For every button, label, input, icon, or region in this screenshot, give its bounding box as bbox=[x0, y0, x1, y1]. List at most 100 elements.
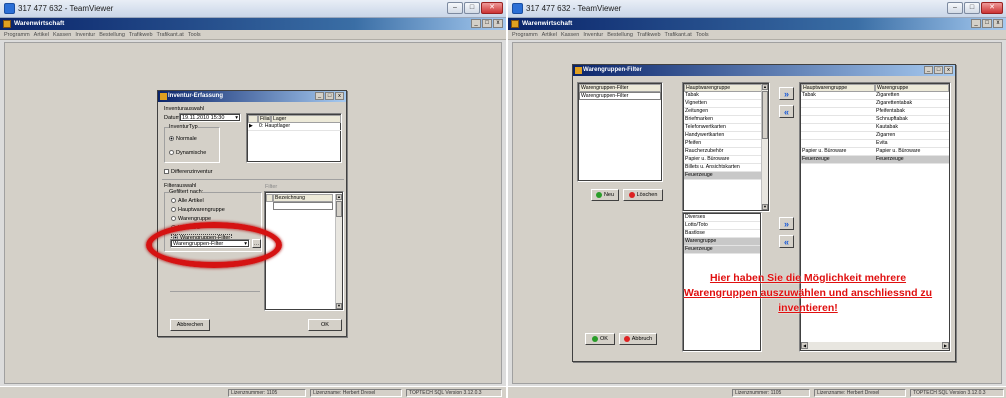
selected-warengruppe-cell[interactable]: Feuerzeuge bbox=[875, 156, 949, 164]
hauptwarengruppe-item[interactable]: Telefonwertkarten bbox=[684, 124, 762, 132]
menu-bestellung[interactable]: Bestellung bbox=[607, 30, 633, 40]
selected-hauptwarengruppe-cell[interactable] bbox=[801, 116, 875, 124]
menu-artikel[interactable]: Artikel bbox=[34, 30, 49, 40]
app-close-button[interactable]: x bbox=[493, 19, 503, 28]
abbrechen-button[interactable]: Abbrechen bbox=[170, 319, 210, 331]
radio-dynamische[interactable]: Dynamische bbox=[169, 150, 206, 156]
neu-button[interactable]: Neu bbox=[591, 189, 619, 201]
selected-warengruppe-cell[interactable]: Schnupftabak bbox=[875, 116, 949, 124]
dialog-close-button[interactable]: x bbox=[944, 66, 953, 74]
filter-list-row[interactable] bbox=[273, 202, 333, 210]
scroll-up-icon[interactable]: ▲ bbox=[336, 194, 342, 200]
maximize-button[interactable]: □ bbox=[964, 2, 980, 14]
hauptwarengruppe-item[interactable]: Billets u. Ansichtskarten bbox=[684, 164, 762, 172]
dialog-minimize-button[interactable]: _ bbox=[924, 66, 933, 74]
dialog-minimize-button[interactable]: _ bbox=[315, 92, 324, 100]
selected-hauptwarengruppe-cell[interactable] bbox=[801, 100, 875, 108]
menu-inventur[interactable]: Inventur bbox=[583, 30, 603, 40]
close-button[interactable]: ✕ bbox=[481, 2, 503, 14]
scroll-down-icon[interactable]: ▼ bbox=[762, 204, 768, 210]
app-restore-button[interactable]: □ bbox=[482, 19, 492, 28]
warengruppe-item[interactable]: Bastlose bbox=[684, 230, 760, 238]
lager-table[interactable]: Filiale Lager ▶ 0: Hauptlager bbox=[246, 113, 342, 163]
warengruppe-item[interactable]: Lotto/Toto bbox=[684, 222, 760, 230]
radio-alle-artikel[interactable]: Alle Artikel bbox=[171, 198, 204, 204]
menu-trafikweb[interactable]: Trafikweb bbox=[637, 30, 661, 40]
filter-list[interactable]: Warengruppen-Filter Warengruppen-Filter bbox=[577, 82, 663, 182]
menu-tools[interactable]: Tools bbox=[188, 30, 201, 40]
selected-grid-hscrollbar[interactable]: ◀ ▶ bbox=[801, 342, 949, 350]
scroll-thumb[interactable] bbox=[762, 91, 768, 139]
lager-row[interactable]: 0: Hauptlager bbox=[258, 123, 341, 131]
hauptwarengruppe-item[interactable]: Feuerzeuge bbox=[684, 172, 762, 180]
menu-trafikant[interactable]: Trafikant.at bbox=[665, 30, 692, 40]
selected-warengruppe-cell[interactable]: Zigarettentabak bbox=[875, 100, 949, 108]
menu-inventur[interactable]: Inventur bbox=[75, 30, 95, 40]
menu-kassen[interactable]: Kassen bbox=[561, 30, 579, 40]
minimize-button[interactable]: – bbox=[447, 2, 463, 14]
app-close-button[interactable]: x bbox=[993, 19, 1003, 28]
radio-warengruppe[interactable]: Warengruppe bbox=[171, 216, 211, 222]
menu-trafikweb[interactable]: Trafikweb bbox=[129, 30, 153, 40]
hauptwarengruppe-item[interactable]: Papier u. Büroware bbox=[684, 156, 762, 164]
scroll-right-icon[interactable]: ▶ bbox=[942, 342, 949, 349]
selected-warengruppe-cell[interactable]: Papier u. Büroware bbox=[875, 148, 949, 156]
selected-warengruppe-cell[interactable]: Zigaretten bbox=[875, 92, 949, 100]
hauptwarengruppe-item[interactable]: Handywertkarten bbox=[684, 132, 762, 140]
selected-warengruppe-cell[interactable]: Evita bbox=[875, 140, 949, 148]
ok-button[interactable]: OK bbox=[308, 319, 342, 331]
menu-trafikant[interactable]: Trafikant.at bbox=[157, 30, 184, 40]
selected-hauptwarengruppe-cell[interactable] bbox=[801, 140, 875, 148]
selected-hauptwarengruppe-cell[interactable] bbox=[801, 108, 875, 116]
dialog-close-button[interactable]: x bbox=[335, 92, 344, 100]
datum-field[interactable]: 19.11.2010 15:30 ▾ bbox=[179, 113, 241, 122]
menu-tools[interactable]: Tools bbox=[696, 30, 709, 40]
hauptwarengruppe-item[interactable]: Pfeifen bbox=[684, 140, 762, 148]
radio-normale[interactable]: Normale bbox=[169, 136, 197, 142]
selected-warengruppe-cell[interactable]: Pfeifentabak bbox=[875, 108, 949, 116]
warengruppe-item[interactable]: Feuerzeuge bbox=[684, 246, 760, 254]
selected-hauptwarengruppe-cell[interactable] bbox=[801, 124, 875, 132]
selected-hauptwarengruppe-cell[interactable]: Feuerzeuge bbox=[801, 156, 875, 164]
maximize-button[interactable]: □ bbox=[464, 2, 480, 14]
hwg-scrollbar[interactable]: ▲ ▼ bbox=[761, 84, 768, 210]
hauptwarengruppe-item[interactable]: Raucherzubehör bbox=[684, 148, 762, 156]
app-minimize-button[interactable]: _ bbox=[471, 19, 481, 28]
radio-hauptwarengruppe[interactable]: Hauptwarengruppe bbox=[171, 207, 225, 213]
warengruppe-item[interactable]: Diverses bbox=[684, 214, 760, 222]
minimize-button[interactable]: – bbox=[947, 2, 963, 14]
selected-hauptwarengruppe-cell[interactable]: Tabak bbox=[801, 92, 875, 100]
remove-warengruppe-button[interactable]: « bbox=[779, 235, 794, 248]
selected-hauptwarengruppe-cell[interactable] bbox=[801, 132, 875, 140]
dialog-maximize-button[interactable]: □ bbox=[325, 92, 334, 100]
dialog-maximize-button[interactable]: □ bbox=[934, 66, 943, 74]
scroll-down-icon[interactable]: ▼ bbox=[336, 303, 342, 309]
menu-kassen[interactable]: Kassen bbox=[53, 30, 71, 40]
selected-warengruppe-cell[interactable]: Kautabak bbox=[875, 124, 949, 132]
hauptwarengruppe-item[interactable]: Briefmarken bbox=[684, 116, 762, 124]
add-warengruppe-button[interactable]: » bbox=[779, 217, 794, 230]
remove-hauptwarengruppe-button[interactable]: « bbox=[779, 105, 794, 118]
hauptwarengruppe-item[interactable]: Zeitungen bbox=[684, 108, 762, 116]
loeschen-button[interactable]: Löschen bbox=[623, 189, 663, 201]
selected-hauptwarengruppe-cell[interactable]: Papier u. Büroware bbox=[801, 148, 875, 156]
add-hauptwarengruppe-button[interactable]: » bbox=[779, 87, 794, 100]
selected-warengruppe-cell[interactable]: Zigarren bbox=[875, 132, 949, 140]
ok-button[interactable]: OK bbox=[585, 333, 615, 345]
scroll-up-icon[interactable]: ▲ bbox=[762, 84, 768, 90]
close-button[interactable]: ✕ bbox=[981, 2, 1003, 14]
abbruch-button[interactable]: Abbruch bbox=[619, 333, 657, 345]
menu-programm[interactable]: Programm bbox=[512, 30, 538, 40]
warengruppe-item[interactable]: Warengruppe bbox=[684, 238, 760, 246]
filter-list-row[interactable]: Warengruppen-Filter bbox=[579, 92, 661, 100]
app-restore-button[interactable]: □ bbox=[982, 19, 992, 28]
menu-bestellung[interactable]: Bestellung bbox=[99, 30, 125, 40]
menu-artikel[interactable]: Artikel bbox=[542, 30, 557, 40]
hauptwarengruppe-item[interactable]: Tabak bbox=[684, 92, 762, 100]
menu-programm[interactable]: Programm bbox=[4, 30, 30, 40]
app-minimize-button[interactable]: _ bbox=[971, 19, 981, 28]
differenzinventur-checkbox[interactable]: Differenzinventur bbox=[164, 169, 212, 175]
scroll-left-icon[interactable]: ◀ bbox=[801, 342, 808, 349]
filter-list-scrollbar[interactable]: ▲ ▼ bbox=[335, 194, 342, 309]
hauptwarengruppe-list[interactable]: Hauptwarengruppe Tabak Vignetten Zeitungen… bbox=[682, 82, 770, 212]
